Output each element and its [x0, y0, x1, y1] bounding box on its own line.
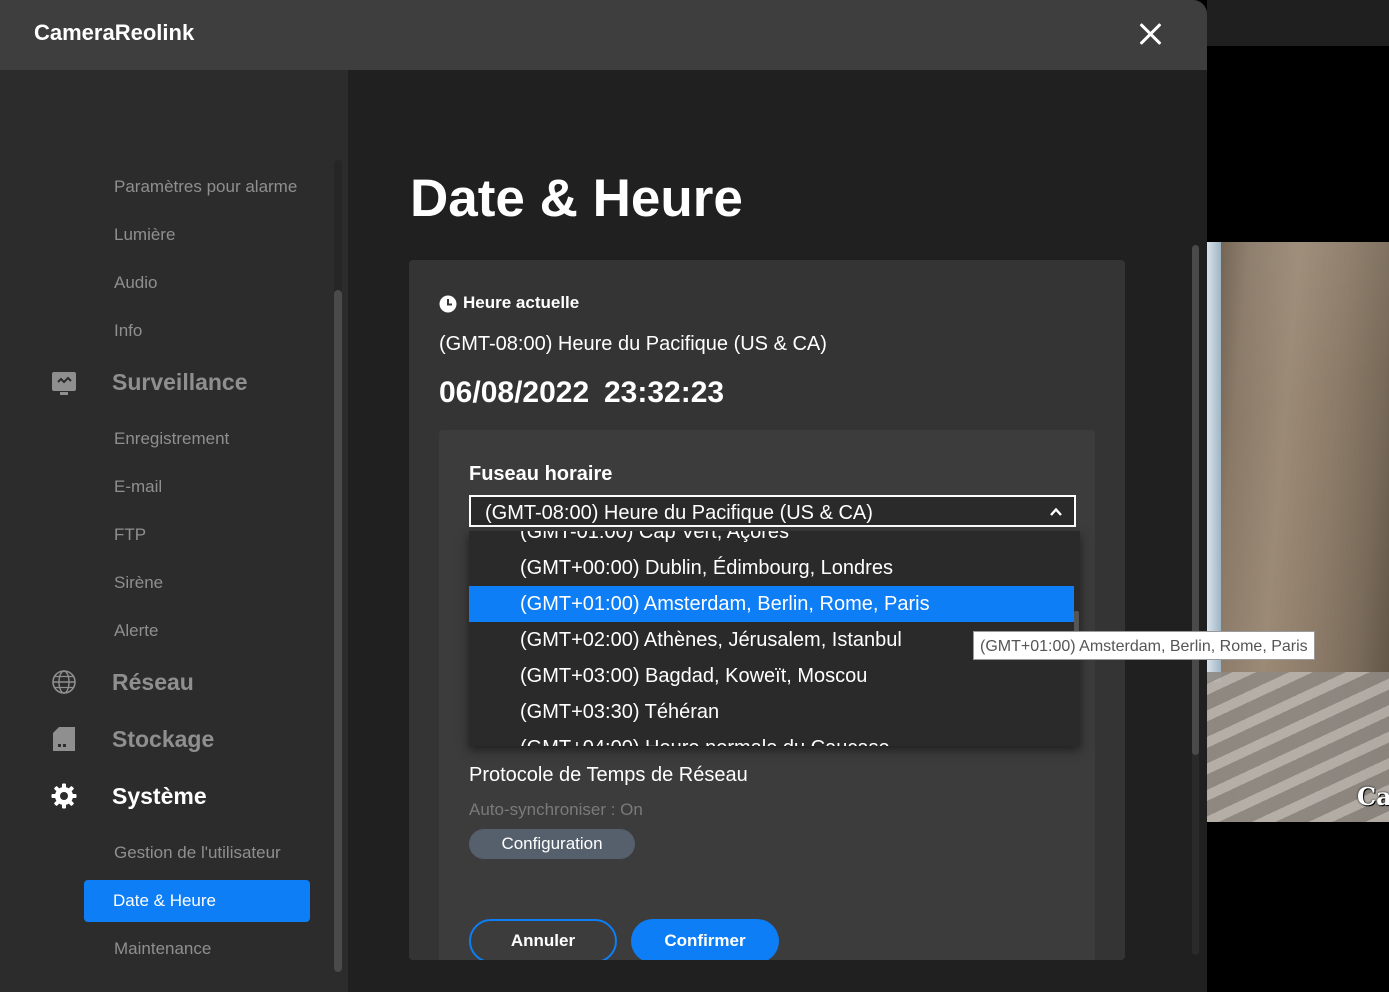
current-clock: 23:32:23 — [604, 376, 725, 409]
sidebar-category-storage[interactable]: Stockage — [112, 726, 214, 753]
dialog-header: CameraReolink — [0, 0, 1207, 70]
current-time-label: Heure actuelle — [463, 293, 580, 312]
camera-overlay-text: Ca — [1357, 782, 1389, 811]
sidebar-item-info[interactable]: Info — [114, 321, 142, 341]
timezone-option[interactable]: (GMT-01:00) Cap Vert, Açores — [469, 531, 1074, 550]
sidebar-scrollbar-thumb[interactable] — [334, 290, 342, 972]
timezone-option[interactable]: (GMT+00:00) Dublin, Édimbourg, Londres — [469, 550, 1074, 586]
timezone-option[interactable]: (GMT+04:00) Heure normale du Caucase — [469, 730, 1074, 746]
tooltip: (GMT+01:00) Amsterdam, Berlin, Rome, Par… — [973, 631, 1315, 660]
timezone-select-value: (GMT-08:00) Heure du Pacifique (US & CA) — [485, 502, 873, 524]
sidebar-category-system[interactable]: Système — [112, 783, 207, 810]
sidebar-category-network[interactable]: Réseau — [112, 669, 194, 696]
timezone-option[interactable]: (GMT+03:30) Téhéran — [469, 694, 1074, 730]
configuration-button[interactable]: Configuration — [469, 829, 635, 859]
sidebar: Paramètres pour alarme Lumière Audio Inf… — [0, 70, 348, 992]
timezone-option-highlighted[interactable]: (GMT+01:00) Amsterdam, Berlin, Rome, Par… — [469, 586, 1074, 622]
settings-dialog: CameraReolink Paramètres pour alarme Lum… — [0, 0, 1207, 992]
ntp-label: Protocole de Temps de Réseau — [469, 764, 748, 786]
timezone-select[interactable]: (GMT-08:00) Heure du Pacifique (US & CA) — [469, 495, 1076, 527]
current-timezone: (GMT-08:00) Heure du Pacifique (US & CA) — [439, 333, 827, 355]
timezone-label: Fuseau horaire — [469, 463, 613, 485]
sidebar-category-surveillance[interactable]: Surveillance — [112, 369, 248, 396]
camera-top-bar — [1207, 0, 1389, 46]
auto-sync-status: Auto-synchroniser : On — [469, 800, 643, 819]
sidebar-item-alert[interactable]: Alerte — [114, 621, 158, 641]
sd-card-icon — [53, 727, 75, 751]
confirm-button[interactable]: Confirmer — [631, 919, 779, 960]
clock-icon — [439, 295, 457, 313]
sidebar-item-audio[interactable]: Audio — [114, 273, 157, 293]
sidebar-item-recording[interactable]: Enregistrement — [114, 429, 229, 449]
app-title: CameraReolink — [34, 20, 195, 45]
current-date: 06/08/2022 — [439, 376, 590, 409]
sidebar-item-label: Date & Heure — [113, 891, 216, 910]
close-icon[interactable] — [1128, 12, 1172, 56]
timezone-option[interactable]: (GMT+03:00) Bagdad, Koweït, Moscou — [469, 658, 1074, 694]
sidebar-item-user-management[interactable]: Gestion de l'utilisateur — [114, 843, 281, 863]
sidebar-item-alarm-settings[interactable]: Paramètres pour alarme — [114, 177, 297, 197]
sidebar-item-date-time[interactable]: Date & Heure — [84, 880, 310, 922]
cancel-button[interactable]: Annuler — [469, 919, 617, 960]
sidebar-item-maintenance[interactable]: Maintenance — [114, 939, 211, 959]
camera-live-view: Ca — [1207, 242, 1389, 822]
monitor-icon — [52, 372, 76, 395]
gear-icon — [51, 783, 77, 809]
sidebar-item-email[interactable]: E-mail — [114, 477, 162, 497]
main-scrollbar-thumb[interactable] — [1192, 245, 1199, 755]
sidebar-item-light[interactable]: Lumière — [114, 225, 175, 245]
chevron-up-icon — [1050, 507, 1062, 516]
sidebar-item-ftp[interactable]: FTP — [114, 525, 146, 545]
sidebar-item-siren[interactable]: Sirène — [114, 573, 163, 593]
page-title: Date & Heure — [410, 169, 743, 228]
globe-icon — [52, 670, 76, 694]
camera-wall-edge — [1207, 242, 1221, 682]
